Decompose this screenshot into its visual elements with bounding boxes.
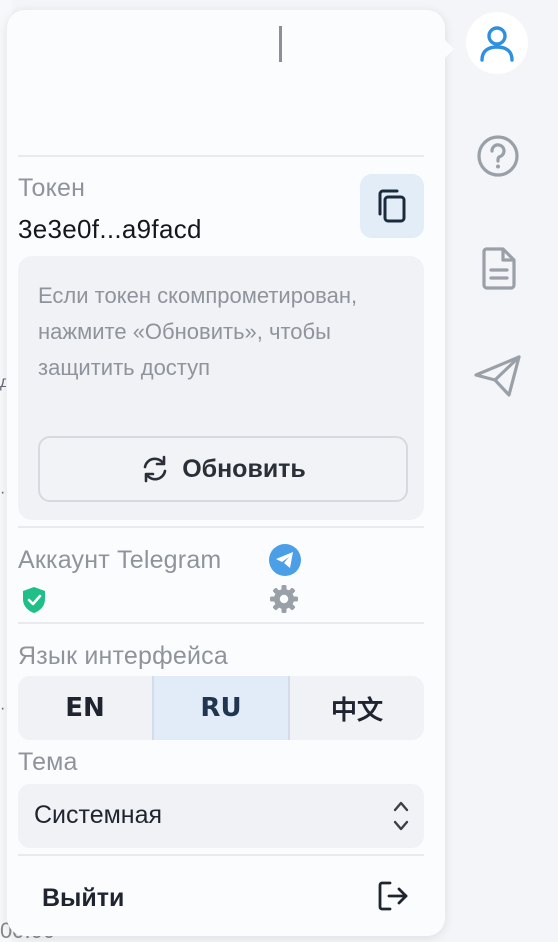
user-icon (480, 26, 514, 62)
document-icon[interactable] (481, 246, 517, 290)
refresh-token-button[interactable]: Обновить (38, 436, 408, 502)
theme-label: Тема (18, 748, 78, 776)
language-switcher: EN RU 中文 (18, 676, 424, 740)
theme-select[interactable]: Системная (18, 784, 424, 848)
shield-check-icon (23, 587, 45, 613)
help-icon[interactable] (476, 134, 520, 178)
divider (18, 155, 424, 157)
background-text-fragment: д (0, 374, 6, 391)
background-text-fragment: · (0, 700, 6, 717)
telegram-label: Аккаунт Telegram (18, 546, 222, 574)
divider (18, 526, 424, 528)
gear-icon[interactable] (269, 584, 299, 614)
language-option-en[interactable]: EN (18, 676, 152, 740)
logout-icon (378, 881, 408, 911)
chevron-up-down-icon (393, 801, 409, 831)
account-popover: Токен 3e3e0f...a9facd Если токен скомпро… (7, 10, 454, 936)
telegram-icon (269, 544, 301, 576)
token-warning-text: Если токен скомпрометирован, нажмите «Об… (38, 283, 358, 380)
language-label: Язык интерфейса (18, 642, 228, 670)
send-icon[interactable] (473, 354, 523, 398)
text-cursor (279, 26, 282, 62)
divider (18, 854, 424, 856)
language-option-zh[interactable]: 中文 (290, 676, 424, 740)
divider (18, 622, 424, 624)
logout-button[interactable]: Выйти (18, 868, 424, 926)
copy-token-button[interactable] (360, 174, 424, 238)
popover-arrow (445, 40, 454, 58)
theme-selected-value: Системная (34, 801, 163, 829)
token-value: 3e3e0f...a9facd (18, 214, 202, 244)
copy-icon (378, 189, 406, 223)
profile-button[interactable] (466, 12, 528, 74)
token-label: Токен (18, 174, 86, 202)
refresh-icon (143, 455, 167, 483)
language-option-ru[interactable]: RU (152, 676, 290, 740)
logout-label: Выйти (42, 884, 125, 912)
background-text-fragment: · (0, 484, 6, 501)
token-warning-box: Если токен скомпрометирован, нажмите «Об… (18, 256, 424, 520)
refresh-button-label: Обновить (182, 454, 306, 483)
